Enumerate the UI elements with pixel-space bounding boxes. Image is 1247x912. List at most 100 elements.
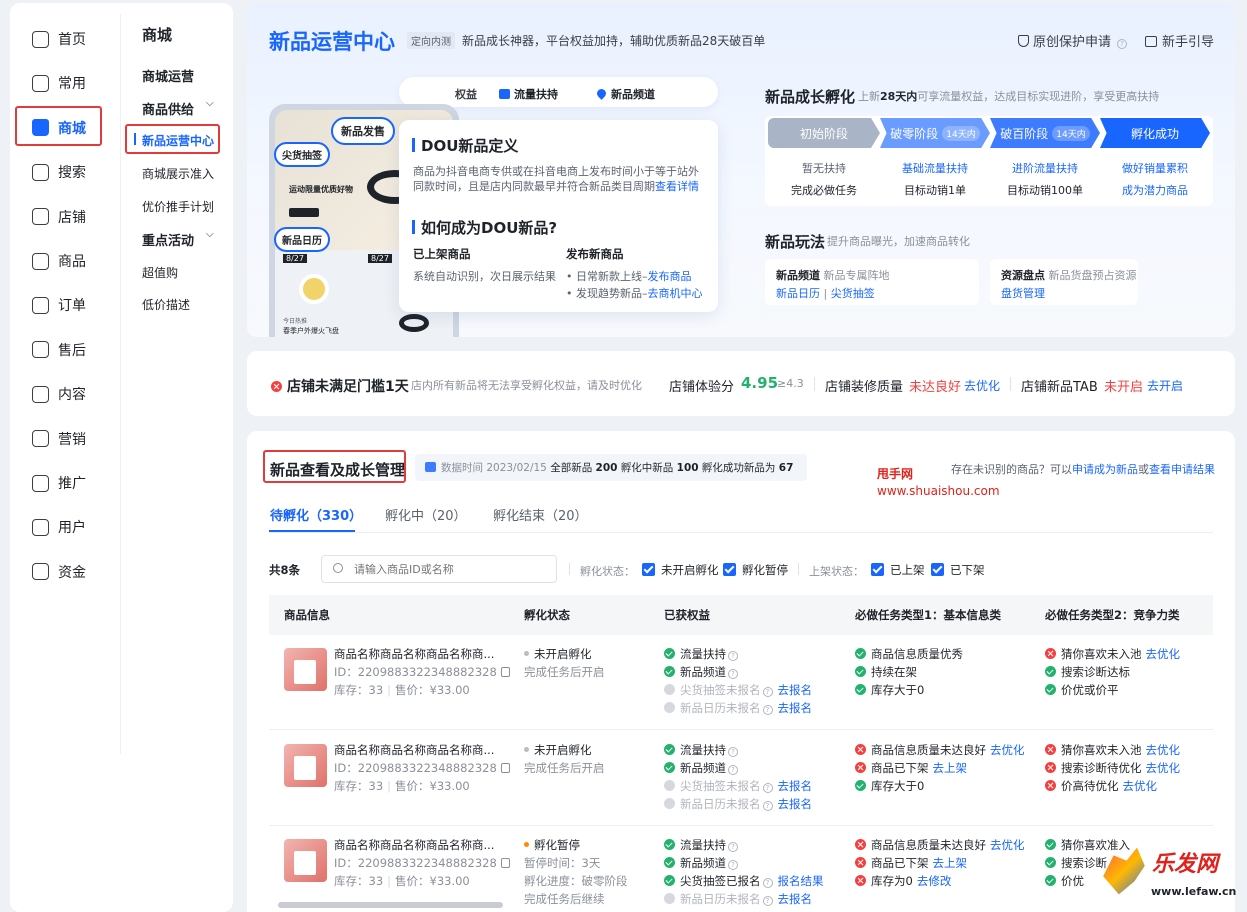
task-action-link[interactable]: 去修改 — [917, 874, 952, 888]
help-icon[interactable]: ? — [728, 842, 738, 852]
help-icon[interactable]: ? — [728, 746, 738, 757]
divider — [1010, 377, 1011, 391]
nav-item-12[interactable]: 资金 — [32, 561, 86, 583]
right-item: 流量扶持? — [664, 836, 738, 854]
chevron-down-icon: ⌵ — [206, 98, 214, 109]
task-item: 价高待优化 去优化 — [1045, 777, 1157, 795]
nav-item-6[interactable]: 订单 — [32, 294, 86, 316]
newtab-enable-link[interactable]: 去开启 — [1147, 377, 1183, 394]
search-box[interactable] — [321, 555, 557, 583]
task-action-link[interactable]: 去优化 — [990, 743, 1025, 757]
task-label: 商品已下架 — [871, 856, 929, 870]
nav-item-3[interactable]: 搜索 — [32, 161, 86, 183]
filter-not-started[interactable]: 未开启孵化 — [642, 562, 719, 578]
task-action-link[interactable]: 去优化 — [1146, 761, 1181, 775]
apply-new-link[interactable]: 申请成为新品 — [1072, 463, 1138, 476]
task-action-link[interactable]: 去优化 — [990, 838, 1025, 852]
growth-desc-c: 可享流量权益，达成目标实现进阶，享受更高扶持 — [917, 90, 1160, 103]
help-icon[interactable]: ? — [762, 800, 773, 811]
stats-all-label: 全部新品 — [550, 462, 593, 474]
help-icon[interactable]: ? — [728, 764, 738, 775]
help-icon[interactable]: ? — [728, 669, 738, 679]
nav-item-0[interactable]: 首页 — [32, 28, 86, 50]
check-circle-icon — [664, 761, 675, 773]
subnav-key-events[interactable]: 重点活动 ⌵ — [142, 229, 222, 249]
nav-item-1[interactable]: 常用 — [32, 72, 86, 94]
help-icon[interactable]: ? — [1117, 39, 1128, 49]
bubble-snap: 尖货抽签 — [274, 142, 330, 167]
copy-icon[interactable] — [500, 762, 510, 773]
subnav-mall-display[interactable]: 商城展示准入 — [142, 165, 214, 182]
subnav-mall-ops[interactable]: 商城运营 — [142, 66, 194, 85]
subnav-low-price[interactable]: 低价描述 — [142, 296, 190, 313]
help-icon[interactable]: ? — [762, 878, 773, 888]
nav-item-4[interactable]: 店铺 — [32, 206, 86, 228]
stage-goal: 完成必做任务 — [791, 184, 857, 197]
right-item: 新品频道? — [664, 854, 738, 872]
right-action-link[interactable]: 去报名 — [778, 779, 813, 793]
col-product: 商品信息 — [284, 608, 330, 622]
tab-finished[interactable]: 孵化结束（20） — [493, 505, 588, 524]
stage-name: 孵化成功 — [1130, 126, 1179, 141]
inventory-link[interactable]: 盘货管理 — [1001, 285, 1045, 301]
right-action-link[interactable]: 去报名 — [778, 892, 813, 906]
error-circle-icon — [1045, 761, 1056, 773]
task-action-link[interactable]: 去上架 — [933, 856, 968, 870]
search-input[interactable] — [354, 560, 549, 578]
stage-pill: 14天内 — [1052, 125, 1090, 141]
right-action-link[interactable]: 报名结果 — [778, 874, 824, 888]
help-icon[interactable]: ? — [762, 687, 773, 697]
subnav-supply-label: 商品供给 — [142, 103, 195, 118]
help-icon[interactable]: ? — [728, 651, 738, 661]
apply-result-link[interactable]: 查看申请结果 — [1149, 463, 1215, 476]
right-action-link[interactable]: 去报名 — [778, 683, 813, 697]
nav-item-10[interactable]: 推广 — [32, 472, 86, 494]
tab-incubating[interactable]: 孵化中（20） — [385, 505, 467, 524]
task-action-link[interactable]: 去上架 — [933, 761, 968, 775]
rights-tab-label[interactable]: 权益 — [455, 86, 477, 102]
nav-item-5[interactable]: 商品 — [32, 250, 86, 272]
filter-delisted[interactable]: 已下架 — [931, 562, 985, 578]
task-action-link[interactable]: 去优化 — [1146, 647, 1181, 661]
calendar-link[interactable]: 新品日历 — [776, 287, 820, 300]
channel-tab[interactable]: 新品频道 — [595, 86, 655, 102]
task-action-link[interactable]: 去优化 — [1123, 779, 1158, 793]
copy-icon[interactable] — [500, 858, 510, 868]
nav-item-label: 营销 — [58, 431, 86, 448]
snap-link[interactable]: 尖货抽签 — [831, 287, 875, 300]
horizontal-scrollbar[interactable] — [278, 902, 503, 908]
nav-divider — [120, 14, 121, 754]
chevron-down-icon: ⌵ — [206, 229, 214, 240]
subnav-price-push[interactable]: 优价推手计划 — [142, 198, 214, 215]
view-details-link[interactable]: 查看详情 — [655, 180, 699, 193]
nav-item-label: 搜索 — [58, 165, 86, 182]
traffic-tab[interactable]: 流量扶持 — [499, 86, 558, 102]
nav-item-8[interactable]: 内容 — [32, 383, 86, 405]
subnav-super-value[interactable]: 超值购 — [142, 264, 178, 281]
subnav-supply[interactable]: 商品供给 ⌵ — [142, 98, 222, 118]
tab-pending[interactable]: 待孵化（330） — [270, 505, 362, 524]
task-action-link[interactable]: 去优化 — [1146, 743, 1181, 757]
newbie-guide-link[interactable]: 新手引导 — [1145, 31, 1214, 50]
help-icon[interactable]: ? — [762, 896, 773, 906]
nav-item-9[interactable]: 营销 — [32, 428, 86, 450]
help-icon[interactable]: ? — [762, 705, 773, 715]
publish-product-link[interactable]: 发布商品 — [648, 270, 692, 283]
product-name[interactable]: 商品名称商品名称商品名称商... — [334, 645, 494, 663]
original-protect-link[interactable]: 原创保护申请? — [1018, 31, 1128, 50]
help-icon[interactable]: ? — [762, 782, 773, 793]
decor-optimize-link[interactable]: 去优化 — [964, 377, 1000, 394]
help-icon[interactable]: ? — [728, 860, 738, 870]
product-name[interactable]: 商品名称商品名称商品名称商... — [334, 741, 494, 759]
right-action-link[interactable]: 去报名 — [778, 701, 813, 715]
filter-listed[interactable]: 已上架 — [871, 562, 925, 578]
nav-item-7[interactable]: 售后 — [32, 339, 86, 361]
watermark-1: 甩手网 — [877, 467, 914, 481]
product-name[interactable]: 商品名称商品名称商品名称商... — [334, 836, 494, 854]
filter-paused[interactable]: 孵化暂停 — [723, 562, 788, 578]
right-label: 流量扶持 — [680, 838, 726, 852]
copy-icon[interactable] — [500, 667, 510, 677]
opportunity-center-link[interactable]: 去商机中心 — [648, 287, 703, 300]
nav-item-11[interactable]: 用户 — [32, 516, 86, 538]
right-action-link[interactable]: 去报名 — [778, 797, 813, 811]
